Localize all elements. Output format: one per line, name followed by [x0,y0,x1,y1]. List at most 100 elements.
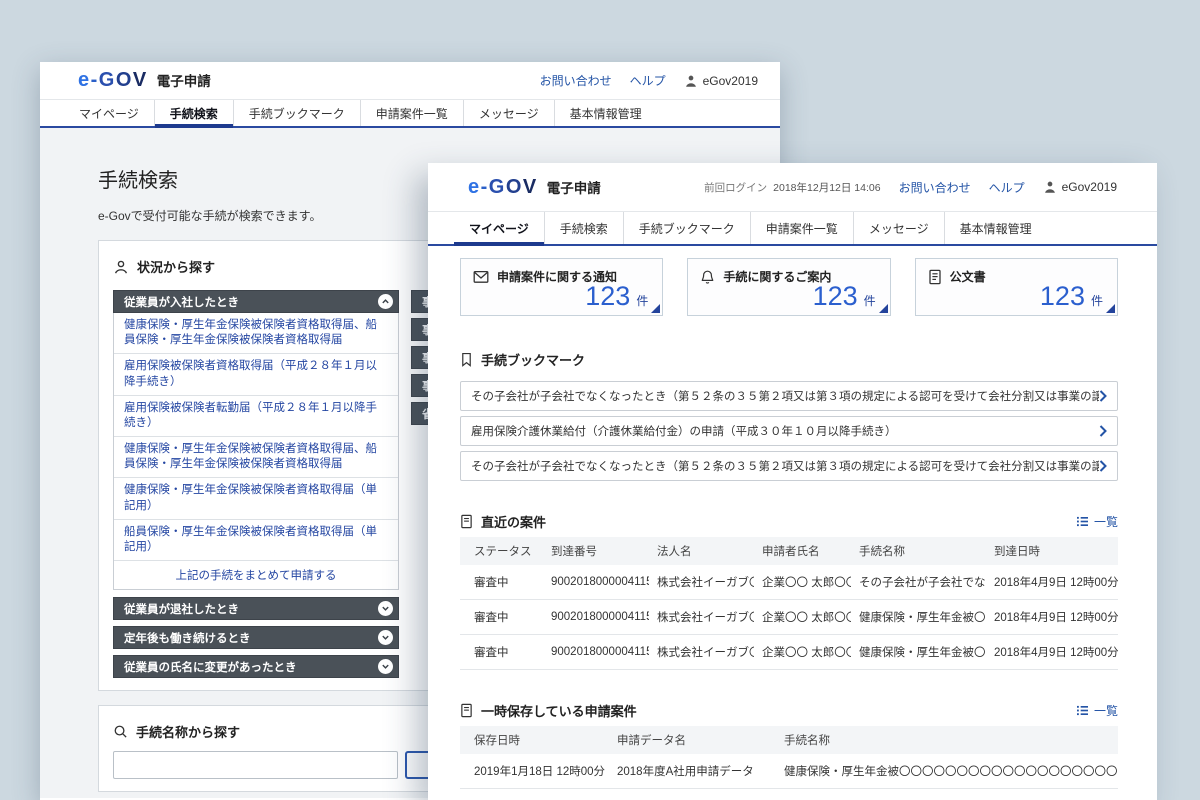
card-count: 123 [1040,281,1085,312]
arrival-number-link[interactable]: 9002018000004115 [543,565,649,600]
document-icon [460,514,473,529]
app-header: e-GOV 電子申請 お問い合わせ ヘルプ eGov2019 [40,62,780,100]
procedure-name-input[interactable] [113,751,398,779]
help-link[interactable]: ヘルプ [989,179,1025,196]
name-search-title: 手続名称から探す [136,722,240,741]
chevron-down-icon [378,659,393,674]
draft-section-title: 一時保存している申請案件 [481,701,637,720]
draft-cases-table: 保存日時 申請データ名 手続名称 2019年1月18日 12時00分 2018年… [460,726,1118,800]
card-procedure-guidance[interactable]: 手続に関するご案内 123 件 [687,258,890,316]
document-icon [460,703,473,718]
col-saved-datetime: 保存日時 [460,726,609,754]
situation-title: 状況から探す [137,257,215,276]
nav-tab-message[interactable]: メッセージ [853,212,944,244]
procedure-link[interactable]: 雇用保険被保険者資格取得届（平成２８年１月以降手続き） [114,354,398,395]
chevron-up-icon [378,294,393,309]
procedure-link[interactable]: 船員保険・厚生年金保険被保険者資格取得届（単記用） [114,520,398,561]
draft-list-link[interactable]: 一覧 [1076,702,1118,719]
app-header: e-GOV 電子申請 前回ログイン2018年12月12日 14:06 お問い合わ… [428,163,1157,212]
list-icon [1076,705,1089,716]
help-link[interactable]: ヘルプ [630,72,666,89]
bookmark-icon [460,352,473,367]
nav-tab-bookmark[interactable]: 手続ブックマーク [233,100,360,126]
egov-logo: e-GOV 電子申請 [78,69,211,92]
service-name: 電子申請 [547,177,601,197]
card-official-documents[interactable]: 公文書 123 件 [915,258,1118,316]
egov-logo: e-GOV 電子申請 [468,176,601,199]
arrival-number-link[interactable]: 9002018000004115 [543,600,649,635]
accordion-joined-company[interactable]: 従業員が入社したとき [113,290,399,313]
mypage-window: e-GOV 電子申請 前回ログイン2018年12月12日 14:06 お問い合わ… [428,163,1157,800]
situation-column-1: 従業員が入社したとき 健康保険・厚生年金保険被保険者資格取得届、船員保険・厚生年… [113,290,399,678]
recent-cases-table: ステータス 到達番号 法人名 申請者氏名 手続名称 到達日時 審査中 90020… [460,537,1118,670]
bookmark-item[interactable]: 雇用保険介護休業給付（介護休業給付金）の申請（平成３０年１０月以降手続き） [460,416,1118,446]
col-status: ステータス [460,537,543,565]
accordion-left-company[interactable]: 従業員が退社したとき [113,597,399,620]
recent-section-title: 直近の案件 [481,512,546,531]
card-count: 123 [585,281,630,312]
col-procedure-name: 手続名称 [851,537,986,565]
card-unit: 件 [864,292,876,309]
card-unit: 件 [1091,292,1103,309]
table-row: 審査中 9002018000004115 株式会社イーガブ〇〇〇〇 企業〇〇 太… [460,600,1118,635]
procedure-link[interactable]: 健康保険・厚生年金保険被保険者資格取得届（単記用） [114,478,398,519]
table-row: 2019年1月18日 12時00分 2018年度A社用申請データ 健康保険・厚生… [460,754,1118,789]
egov-logo-mark: e-GOV [468,176,538,199]
nav-tab-cases[interactable]: 申請案件一覧 [360,100,463,126]
procedure-link-list: 健康保険・厚生年金保険被保険者資格取得届、船員保険・厚生年金保険被保険者資格取得… [113,313,399,590]
col-arrival-datetime: 到達日時 [986,537,1118,565]
user-menu[interactable]: eGov2019 [1043,180,1117,194]
search-icon [113,724,128,739]
nav-tab-mypage[interactable]: マイページ [64,100,154,126]
bookmark-item[interactable]: その子会社が子会社でなくなったとき（第５２条の３５第２項又は第３項の規定による認… [460,451,1118,481]
col-application-data-name: 申請データ名 [609,726,776,754]
nav-tab-bookmark[interactable]: 手続ブックマーク [623,212,750,244]
procedure-link[interactable]: 雇用保険被保険者転勤届（平成２８年１月以降手続き） [114,396,398,437]
last-login: 前回ログイン2018年12月12日 14:06 [704,180,880,195]
chevron-right-icon [1099,390,1107,402]
application-data-link[interactable]: 2018年度A社用申請データ [609,754,776,789]
card-application-notices[interactable]: 申請案件に関する通知 123 件 [460,258,663,316]
accordion-name-change[interactable]: 従業員の氏名に変更があったとき [113,655,399,678]
user-id: eGov2019 [1062,180,1117,194]
status-value: 審査中 [460,600,543,635]
nav-tab-message[interactable]: メッセージ [463,100,554,126]
col-corporate-name: 法人名 [649,537,754,565]
nav-tab-basic-info[interactable]: 基本情報管理 [554,100,657,126]
nav-tab-procedure-search[interactable]: 手続検索 [154,100,233,126]
arrival-number-link[interactable]: 9002018000004115 [543,635,649,670]
procedure-link[interactable]: 健康保険・厚生年金保険被保険者資格取得届、船員保険・厚生年金保険被保険者資格取得… [114,437,398,478]
table-row: 2019年1月18日 12時00分 2018年度BBBCCCC社用申請データ 健… [460,789,1118,800]
col-applicant-name: 申請者氏名 [754,537,851,565]
main-nav: マイページ 手続検索 手続ブックマーク 申請案件一覧 メッセージ 基本情報管理 [40,100,780,128]
application-data-link[interactable]: 2018年度BBBCCCC社用申請データ [609,789,776,800]
bookmark-section-title: 手続ブックマーク [481,350,585,369]
accordion-working-after-retirement[interactable]: 定年後も働き続けるとき [113,626,399,649]
apply-all-link[interactable]: 上記の手続をまとめて申請する [114,561,398,589]
col-arrival-number: 到達番号 [543,537,649,565]
procedure-link[interactable]: 健康保険・厚生年金保険被保険者資格取得届、船員保険・厚生年金保険被保険者資格取得… [114,313,398,354]
nav-tab-mypage[interactable]: マイページ [454,212,544,244]
chevron-right-icon [1099,460,1107,472]
nav-tab-basic-info[interactable]: 基本情報管理 [944,212,1047,244]
contact-link[interactable]: お問い合わせ [899,179,971,196]
nav-tab-cases[interactable]: 申請案件一覧 [750,212,853,244]
user-menu[interactable]: eGov2019 [684,74,758,88]
status-value: 審査中 [460,565,543,600]
document-icon [928,269,942,285]
card-count: 123 [813,281,858,312]
chevron-down-icon [378,601,393,616]
service-name: 電子申請 [157,70,211,90]
chevron-down-icon [378,630,393,645]
user-icon [1043,180,1057,194]
bookmark-item[interactable]: その子会社が子会社でなくなったとき（第５２条の３５第２項又は第３項の規定による認… [460,381,1118,411]
nav-tab-procedure-search[interactable]: 手続検索 [544,212,623,244]
table-row: 審査中 9002018000004115 株式会社イーガブ〇〇〇〇 企業〇〇 太… [460,565,1118,600]
col-procedure-name: 手続名称 [776,726,1118,754]
recent-list-link[interactable]: 一覧 [1076,513,1118,530]
contact-link[interactable]: お問い合わせ [540,72,612,89]
table-header-row: 保存日時 申請データ名 手続名称 [460,726,1118,754]
bell-icon [700,269,715,285]
notification-cards: 申請案件に関する通知 123 件 手続に関するご案内 [460,258,1118,316]
list-icon [1076,516,1089,527]
